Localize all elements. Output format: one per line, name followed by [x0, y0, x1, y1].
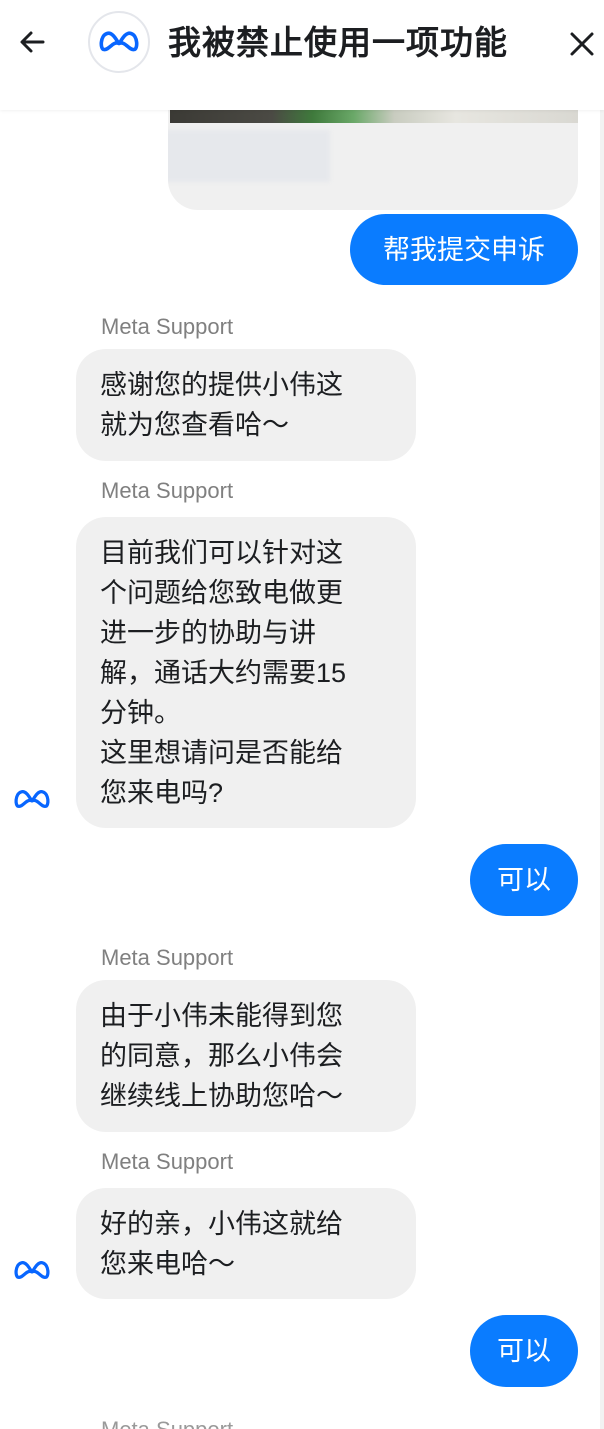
- incoming-message-bubble[interactable]: 感谢您的提供小伟这 就为您查看哈～: [76, 349, 416, 461]
- back-button[interactable]: [14, 24, 50, 60]
- sender-name: Meta Support: [101, 314, 234, 339]
- outgoing-message-bubble[interactable]: 帮我提交申诉: [350, 214, 578, 285]
- avatar[interactable]: [88, 11, 150, 73]
- incoming-message-bubble[interactable]: 目前我们可以针对这 个问题给您致电做更 进一步的协助与讲 解，通话大约需要15 …: [76, 517, 416, 828]
- meta-logo-icon: [99, 30, 139, 51]
- sender-name-partial: Meta Support: [101, 1416, 233, 1429]
- outgoing-message-bubble[interactable]: 可以: [470, 1315, 578, 1387]
- blurred-caption: [168, 130, 330, 182]
- arrow-left-icon: [20, 31, 45, 53]
- meta-logo-icon: [14, 1261, 50, 1279]
- incoming-message-bubble[interactable]: 好的亲，小伟这就给 您来电哈～: [76, 1188, 416, 1299]
- close-button[interactable]: [562, 24, 602, 64]
- chat-window: 帮我提交申诉 Meta Support 感谢您的提供小伟这 就为您查看哈～ Me…: [0, 0, 604, 1429]
- close-icon: [570, 32, 594, 56]
- sender-name: Meta Support: [101, 478, 234, 503]
- sender-name: Meta Support: [101, 945, 234, 970]
- chat-header: 我被禁止使用一项功能: [0, 0, 604, 110]
- meta-logo-icon: [14, 790, 50, 808]
- outgoing-message-bubble[interactable]: 可以: [470, 844, 578, 916]
- sender-name: Meta Support: [101, 1149, 234, 1174]
- conversation-thread[interactable]: 帮我提交申诉 Meta Support 感谢您的提供小伟这 就为您查看哈～ Me…: [0, 0, 604, 1429]
- incoming-message-bubble[interactable]: 由于小伟未能得到您 的同意，那么小伟会 继续线上协助您哈～: [76, 980, 416, 1132]
- page-title: 我被禁止使用一项功能: [168, 24, 508, 61]
- scrollbar[interactable]: [600, 110, 604, 1429]
